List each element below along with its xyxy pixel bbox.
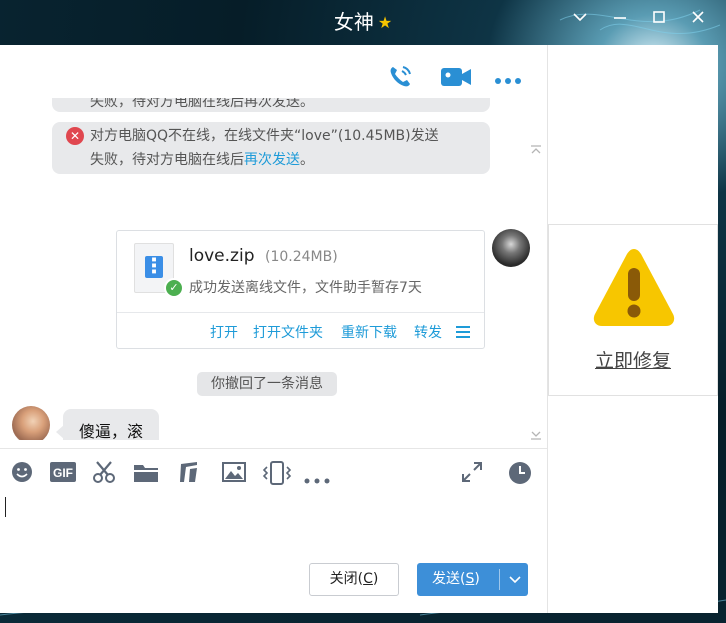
redownload-link[interactable]: 重新下载 [341,322,397,342]
send-label: 发送( [432,571,466,587]
warning-icon [593,249,675,326]
video-call-icon[interactable] [440,65,472,93]
check-success-icon: ✓ [164,278,184,298]
minimize-button[interactable] [606,8,634,30]
error-icon: ✕ [66,127,84,145]
close-button[interactable]: 关闭(C) [309,563,399,596]
svg-text:GIF: GIF [53,466,73,480]
title-bar: 女神 ★ [0,0,726,45]
recall-notice: 你撤回了一条消息 [197,372,337,396]
folder-icon[interactable] [133,463,159,487]
history-clock-icon[interactable] [508,461,532,489]
chat-panel: 失败，待对方电脑在线后再次发送。 ✕ 对方电脑QQ不在线，在线文件夹“love”… [0,45,547,613]
send-label-tail: ) [474,571,480,587]
send-button[interactable]: 发送(S) [417,563,528,596]
system-message-line1: 对方电脑QQ不在线，在线文件夹“love”(10.45MB)发送 [90,128,439,144]
more-tools-icon[interactable] [304,469,330,488]
resend-link[interactable]: 再次发送 [244,152,300,168]
star-icon: ★ [377,13,393,32]
system-message-offline: ✕ 对方电脑QQ不在线，在线文件夹“love”(10.45MB)发送 失败，待对… [52,122,490,174]
scroll-down-icon[interactable] [530,429,542,443]
fix-now-link[interactable]: 立即修复 [549,346,717,373]
music-icon[interactable] [178,461,200,487]
system-message-line2: 失败，待对方电脑在线后再次发送。 [90,148,478,172]
close-label: 关闭( [329,571,364,587]
file-name: love.zip [189,246,255,266]
avatar[interactable] [492,229,530,267]
security-warning-panel: 立即修复 [548,224,718,396]
forward-link[interactable]: 转发 [414,322,442,342]
file-actions: 打开 打开文件夹 重新下载 转发 [117,312,484,349]
voice-call-icon[interactable] [386,63,414,95]
system-message-prefix: 失败，待对方电脑在线后 [90,152,244,168]
chat-toolbar [0,45,547,105]
contact-avatar[interactable] [12,406,50,440]
send-label-wrap: 发送(S) [432,563,480,596]
file-size: (10.24MB) [265,249,338,265]
system-message-partial: 失败，待对方电脑在线后再次发送。 [52,98,490,112]
emoji-icon[interactable] [11,461,33,487]
system-message-text: 失败，待对方电脑在线后再次发送。 [90,98,314,110]
more-options-icon[interactable] [494,71,522,90]
message-input-caret[interactable] [5,497,6,517]
expand-icon[interactable] [461,461,483,487]
close-shortcut: C [363,571,373,587]
close-label-tail: ) [372,571,379,587]
file-status: 成功发送离线文件，文件助手暂存7天 [189,280,422,296]
shake-icon[interactable] [262,461,292,489]
file-message-card[interactable]: ▪ ▪ ▪ ✓ love.zip (10.24MB) 成功发送离线文件，文件助手暂存… [116,230,485,349]
message-list[interactable]: 失败，待对方电脑在线后再次发送。 ✕ 对方电脑QQ不在线，在线文件夹“love”… [0,98,547,440]
open-folder-link[interactable]: 打开文件夹 [253,322,323,342]
maximize-button[interactable] [645,8,673,30]
chevron-down-icon[interactable] [566,8,594,30]
open-file-link[interactable]: 打开 [210,322,238,342]
contact-name: 女神 [333,10,374,34]
send-options-dropdown[interactable] [502,563,528,596]
incoming-message-bubble: 傻逼，滚 [56,409,159,440]
scissors-icon[interactable] [92,461,116,487]
image-icon[interactable] [222,462,246,486]
system-message-suffix: 。 [300,152,314,168]
scroll-up-icon[interactable] [530,144,542,158]
input-toolbar: GIF [0,449,547,493]
close-window-button[interactable] [684,8,712,30]
gif-icon[interactable]: GIF [50,462,76,486]
menu-icon[interactable] [456,326,470,338]
